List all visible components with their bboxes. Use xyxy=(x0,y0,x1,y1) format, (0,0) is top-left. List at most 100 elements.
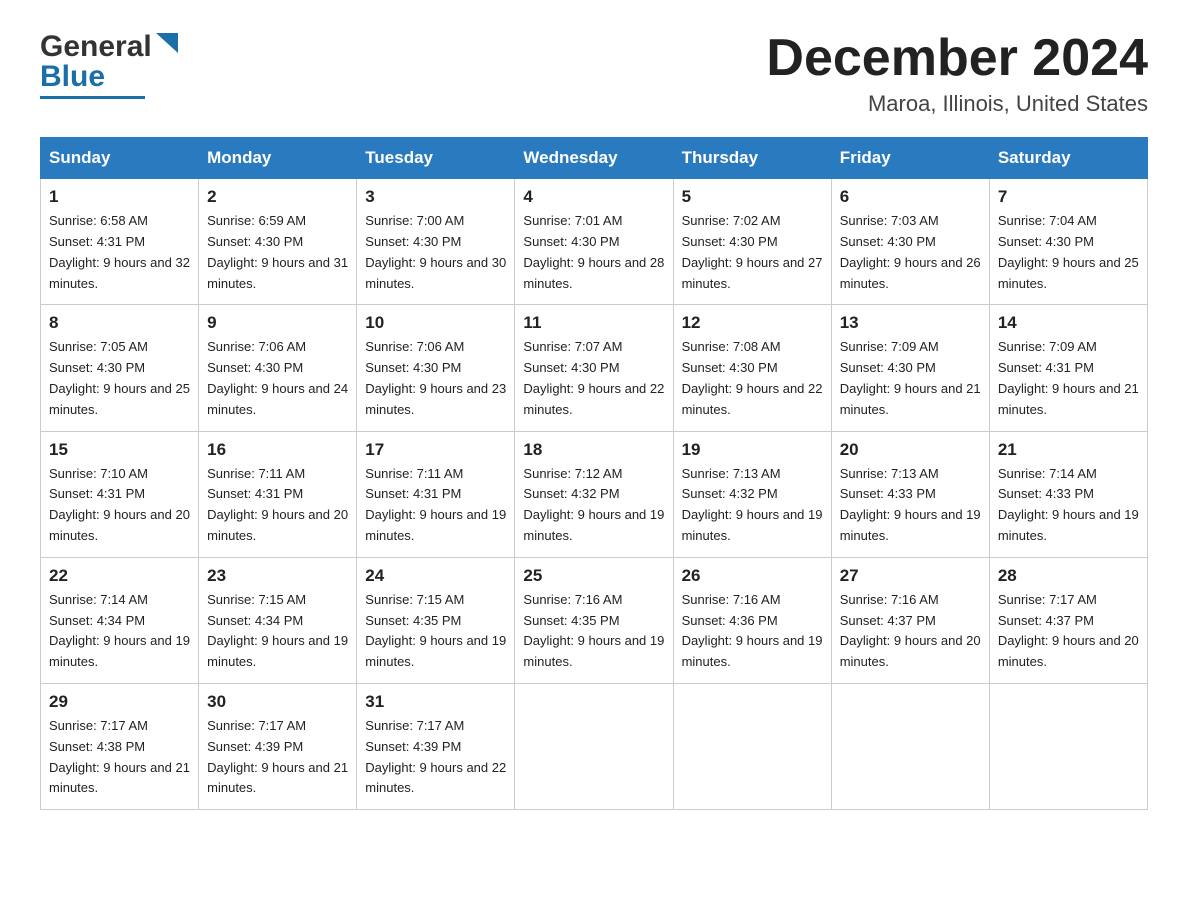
logo-general-text: General xyxy=(40,30,152,64)
day-number: 1 xyxy=(49,187,190,207)
calendar-cell: 14 Sunrise: 7:09 AM Sunset: 4:31 PM Dayl… xyxy=(989,305,1147,431)
day-info: Sunrise: 7:08 AM Sunset: 4:30 PM Dayligh… xyxy=(682,337,823,420)
calendar-cell: 4 Sunrise: 7:01 AM Sunset: 4:30 PM Dayli… xyxy=(515,179,673,305)
day-number: 30 xyxy=(207,692,348,712)
day-info: Sunrise: 7:10 AM Sunset: 4:31 PM Dayligh… xyxy=(49,464,190,547)
day-info: Sunrise: 7:15 AM Sunset: 4:34 PM Dayligh… xyxy=(207,590,348,673)
calendar-cell: 9 Sunrise: 7:06 AM Sunset: 4:30 PM Dayli… xyxy=(199,305,357,431)
day-number: 20 xyxy=(840,440,981,460)
calendar-cell: 16 Sunrise: 7:11 AM Sunset: 4:31 PM Dayl… xyxy=(199,431,357,557)
header-thursday: Thursday xyxy=(673,138,831,179)
day-number: 3 xyxy=(365,187,506,207)
day-info: Sunrise: 7:06 AM Sunset: 4:30 PM Dayligh… xyxy=(207,337,348,420)
day-number: 14 xyxy=(998,313,1139,333)
calendar-cell: 2 Sunrise: 6:59 AM Sunset: 4:30 PM Dayli… xyxy=(199,179,357,305)
day-info: Sunrise: 7:01 AM Sunset: 4:30 PM Dayligh… xyxy=(523,211,664,294)
calendar-cell: 12 Sunrise: 7:08 AM Sunset: 4:30 PM Dayl… xyxy=(673,305,831,431)
header-saturday: Saturday xyxy=(989,138,1147,179)
calendar-cell: 5 Sunrise: 7:02 AM Sunset: 4:30 PM Dayli… xyxy=(673,179,831,305)
header-friday: Friday xyxy=(831,138,989,179)
day-number: 11 xyxy=(523,313,664,333)
day-info: Sunrise: 7:17 AM Sunset: 4:37 PM Dayligh… xyxy=(998,590,1139,673)
calendar-header: SundayMondayTuesdayWednesdayThursdayFrid… xyxy=(41,138,1148,179)
calendar-cell: 25 Sunrise: 7:16 AM Sunset: 4:35 PM Dayl… xyxy=(515,557,673,683)
day-number: 8 xyxy=(49,313,190,333)
day-info: Sunrise: 7:06 AM Sunset: 4:30 PM Dayligh… xyxy=(365,337,506,420)
month-title: December 2024 xyxy=(766,30,1148,87)
week-row-1: 1 Sunrise: 6:58 AM Sunset: 4:31 PM Dayli… xyxy=(41,179,1148,305)
day-info: Sunrise: 7:15 AM Sunset: 4:35 PM Dayligh… xyxy=(365,590,506,673)
day-info: Sunrise: 7:17 AM Sunset: 4:39 PM Dayligh… xyxy=(207,716,348,799)
day-info: Sunrise: 7:09 AM Sunset: 4:30 PM Dayligh… xyxy=(840,337,981,420)
day-info: Sunrise: 7:13 AM Sunset: 4:32 PM Dayligh… xyxy=(682,464,823,547)
calendar-cell: 6 Sunrise: 7:03 AM Sunset: 4:30 PM Dayli… xyxy=(831,179,989,305)
day-number: 23 xyxy=(207,566,348,586)
day-number: 15 xyxy=(49,440,190,460)
day-info: Sunrise: 6:59 AM Sunset: 4:30 PM Dayligh… xyxy=(207,211,348,294)
calendar-cell: 11 Sunrise: 7:07 AM Sunset: 4:30 PM Dayl… xyxy=(515,305,673,431)
day-info: Sunrise: 7:02 AM Sunset: 4:30 PM Dayligh… xyxy=(682,211,823,294)
day-info: Sunrise: 7:07 AM Sunset: 4:30 PM Dayligh… xyxy=(523,337,664,420)
header-wednesday: Wednesday xyxy=(515,138,673,179)
day-number: 26 xyxy=(682,566,823,586)
calendar-cell: 24 Sunrise: 7:15 AM Sunset: 4:35 PM Dayl… xyxy=(357,557,515,683)
calendar-cell: 13 Sunrise: 7:09 AM Sunset: 4:30 PM Dayl… xyxy=(831,305,989,431)
calendar-cell: 3 Sunrise: 7:00 AM Sunset: 4:30 PM Dayli… xyxy=(357,179,515,305)
day-number: 18 xyxy=(523,440,664,460)
calendar-table: SundayMondayTuesdayWednesdayThursdayFrid… xyxy=(40,137,1148,810)
day-number: 21 xyxy=(998,440,1139,460)
calendar-cell: 18 Sunrise: 7:12 AM Sunset: 4:32 PM Dayl… xyxy=(515,431,673,557)
calendar-cell: 7 Sunrise: 7:04 AM Sunset: 4:30 PM Dayli… xyxy=(989,179,1147,305)
day-number: 7 xyxy=(998,187,1139,207)
day-number: 29 xyxy=(49,692,190,712)
day-info: Sunrise: 7:17 AM Sunset: 4:38 PM Dayligh… xyxy=(49,716,190,799)
logo-underline xyxy=(40,96,145,99)
day-info: Sunrise: 7:11 AM Sunset: 4:31 PM Dayligh… xyxy=(365,464,506,547)
calendar-cell: 31 Sunrise: 7:17 AM Sunset: 4:39 PM Dayl… xyxy=(357,683,515,809)
day-info: Sunrise: 7:16 AM Sunset: 4:36 PM Dayligh… xyxy=(682,590,823,673)
day-number: 16 xyxy=(207,440,348,460)
header-tuesday: Tuesday xyxy=(357,138,515,179)
day-number: 10 xyxy=(365,313,506,333)
calendar-cell: 1 Sunrise: 6:58 AM Sunset: 4:31 PM Dayli… xyxy=(41,179,199,305)
week-row-3: 15 Sunrise: 7:10 AM Sunset: 4:31 PM Dayl… xyxy=(41,431,1148,557)
day-info: Sunrise: 7:12 AM Sunset: 4:32 PM Dayligh… xyxy=(523,464,664,547)
logo-triangle-icon xyxy=(156,33,178,58)
day-number: 19 xyxy=(682,440,823,460)
calendar-cell: 8 Sunrise: 7:05 AM Sunset: 4:30 PM Dayli… xyxy=(41,305,199,431)
week-row-5: 29 Sunrise: 7:17 AM Sunset: 4:38 PM Dayl… xyxy=(41,683,1148,809)
header-row: SundayMondayTuesdayWednesdayThursdayFrid… xyxy=(41,138,1148,179)
header-sunday: Sunday xyxy=(41,138,199,179)
calendar-cell: 28 Sunrise: 7:17 AM Sunset: 4:37 PM Dayl… xyxy=(989,557,1147,683)
page-header: General Blue December 2024 Maroa, Illino… xyxy=(40,30,1148,117)
day-number: 25 xyxy=(523,566,664,586)
day-number: 4 xyxy=(523,187,664,207)
calendar-cell: 17 Sunrise: 7:11 AM Sunset: 4:31 PM Dayl… xyxy=(357,431,515,557)
day-number: 9 xyxy=(207,313,348,333)
day-info: Sunrise: 7:00 AM Sunset: 4:30 PM Dayligh… xyxy=(365,211,506,294)
title-area: December 2024 Maroa, Illinois, United St… xyxy=(766,30,1148,117)
day-number: 24 xyxy=(365,566,506,586)
calendar-cell xyxy=(515,683,673,809)
day-info: Sunrise: 7:17 AM Sunset: 4:39 PM Dayligh… xyxy=(365,716,506,799)
week-row-4: 22 Sunrise: 7:14 AM Sunset: 4:34 PM Dayl… xyxy=(41,557,1148,683)
header-monday: Monday xyxy=(199,138,357,179)
day-number: 12 xyxy=(682,313,823,333)
calendar-cell: 27 Sunrise: 7:16 AM Sunset: 4:37 PM Dayl… xyxy=(831,557,989,683)
calendar-cell: 22 Sunrise: 7:14 AM Sunset: 4:34 PM Dayl… xyxy=(41,557,199,683)
day-info: Sunrise: 7:14 AM Sunset: 4:33 PM Dayligh… xyxy=(998,464,1139,547)
calendar-cell: 29 Sunrise: 7:17 AM Sunset: 4:38 PM Dayl… xyxy=(41,683,199,809)
calendar-cell xyxy=(989,683,1147,809)
calendar-cell: 21 Sunrise: 7:14 AM Sunset: 4:33 PM Dayl… xyxy=(989,431,1147,557)
calendar-cell: 30 Sunrise: 7:17 AM Sunset: 4:39 PM Dayl… xyxy=(199,683,357,809)
calendar-cell: 26 Sunrise: 7:16 AM Sunset: 4:36 PM Dayl… xyxy=(673,557,831,683)
day-info: Sunrise: 7:09 AM Sunset: 4:31 PM Dayligh… xyxy=(998,337,1139,420)
day-info: Sunrise: 6:58 AM Sunset: 4:31 PM Dayligh… xyxy=(49,211,190,294)
location-title: Maroa, Illinois, United States xyxy=(766,91,1148,117)
calendar-cell: 23 Sunrise: 7:15 AM Sunset: 4:34 PM Dayl… xyxy=(199,557,357,683)
day-info: Sunrise: 7:11 AM Sunset: 4:31 PM Dayligh… xyxy=(207,464,348,547)
day-number: 5 xyxy=(682,187,823,207)
day-number: 27 xyxy=(840,566,981,586)
calendar-cell: 15 Sunrise: 7:10 AM Sunset: 4:31 PM Dayl… xyxy=(41,431,199,557)
calendar-cell: 19 Sunrise: 7:13 AM Sunset: 4:32 PM Dayl… xyxy=(673,431,831,557)
